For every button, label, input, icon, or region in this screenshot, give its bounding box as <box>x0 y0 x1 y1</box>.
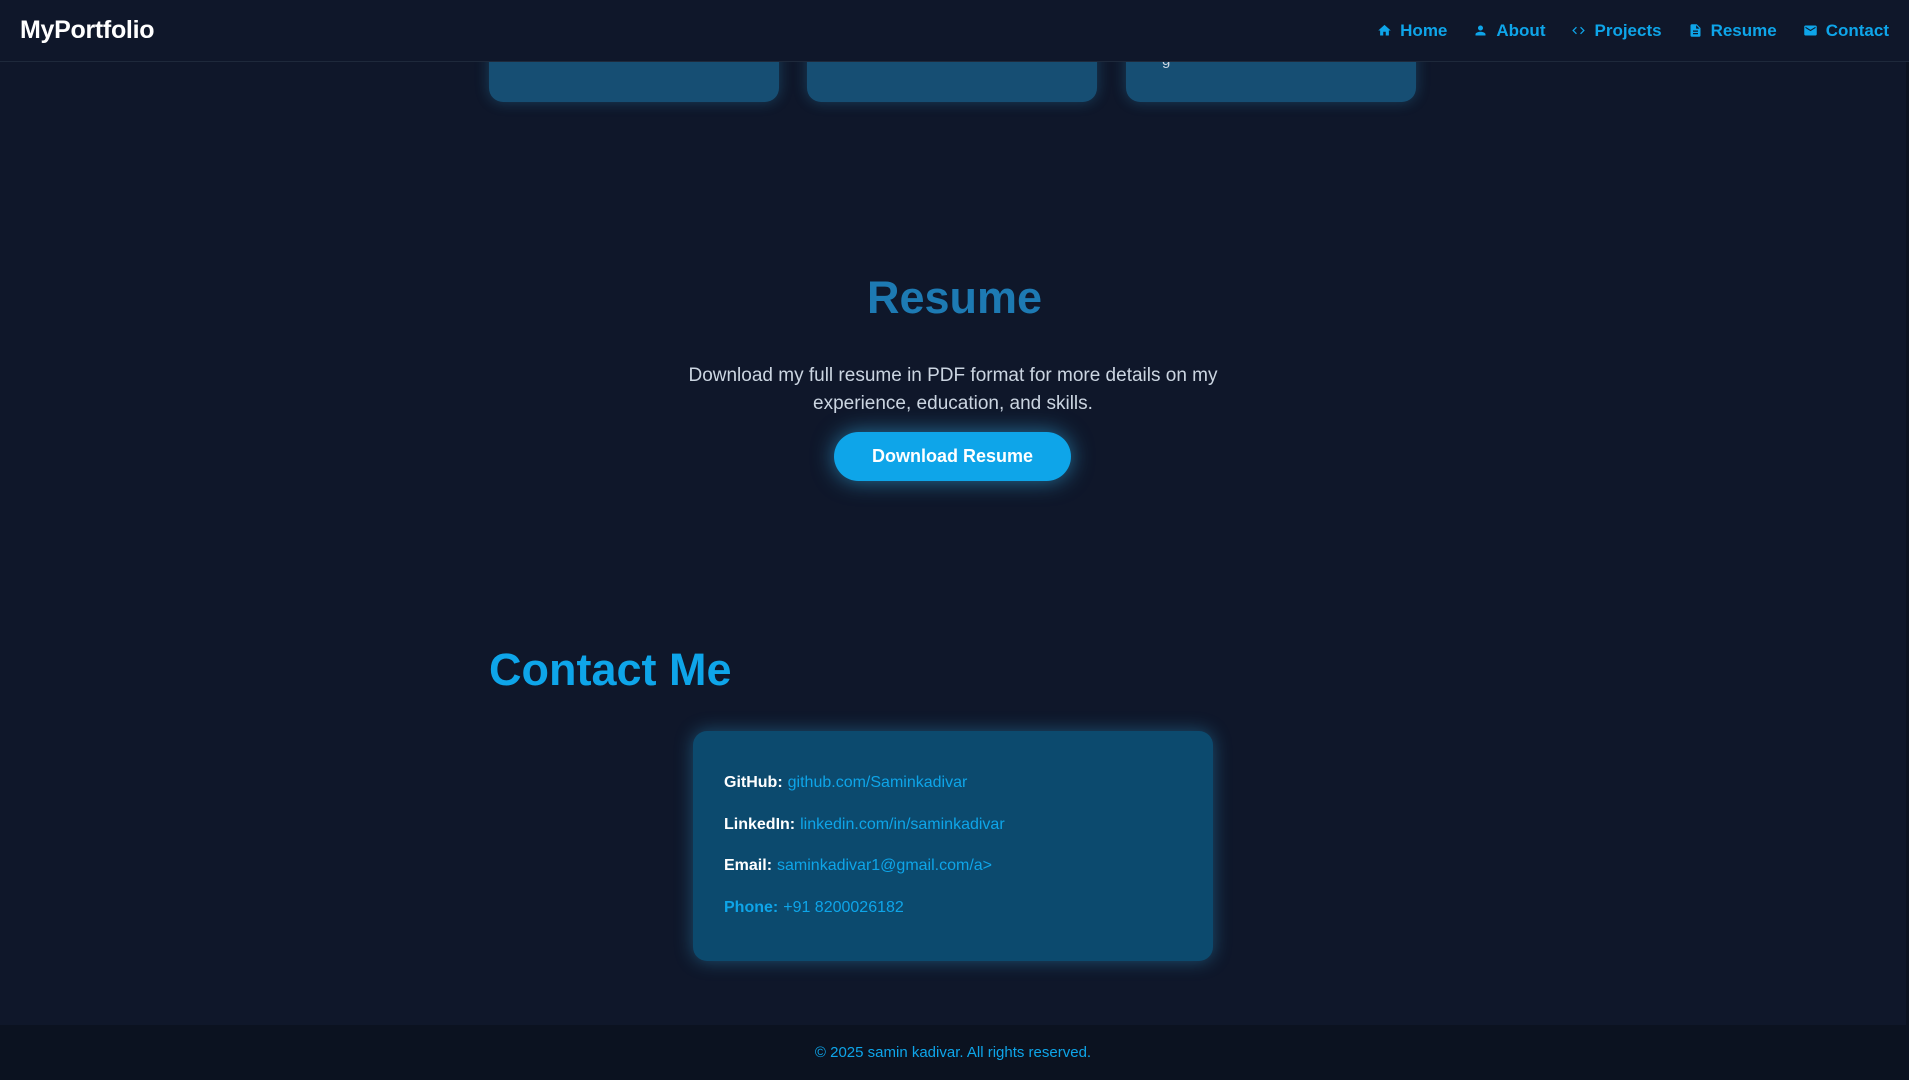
email-link[interactable]: saminkadivar1@gmail.com/a> <box>777 857 992 874</box>
nav-projects-label: Projects <box>1594 20 1662 40</box>
contact-email-row: Email: saminkadivar1@gmail.com/a> <box>724 857 992 875</box>
document-icon <box>1690 24 1701 37</box>
contact-card: GitHub: github.com/Saminkadivar LinkedIn:… <box>693 731 1213 961</box>
navbar: MyPortfolio Home About Projects Resume C… <box>0 0 1909 62</box>
contact-linkedin-row: LinkedIn: linkedin.com/in/saminkadivar <box>724 816 1005 834</box>
resume-description: Download my full resume in PDF format fo… <box>688 365 1218 414</box>
contact-section-title: Contact Me <box>489 644 732 695</box>
home-icon <box>1378 24 1391 36</box>
github-link[interactable]: github.com/Saminkadivar <box>788 774 968 791</box>
contact-phone-row: Phone: +91 8200026182 <box>724 899 904 917</box>
nav-home-link[interactable]: Home <box>1377 21 1447 41</box>
code-icon <box>1572 26 1586 35</box>
nav-home-label: Home <box>1400 20 1448 40</box>
nav-about-link[interactable]: About <box>1473 21 1545 41</box>
phone-number: +91 8200026182 <box>783 899 904 916</box>
email-label: Email: <box>724 857 773 874</box>
nav-resume-link[interactable]: Resume <box>1688 21 1777 41</box>
footer: © 2025 samin kadivar. All rights reserve… <box>0 1025 1909 1080</box>
nav-resume-label: Resume <box>1710 20 1777 40</box>
github-label: GitHub: <box>724 774 783 791</box>
nav-contact-label: Contact <box>1825 20 1889 40</box>
user-icon <box>1475 25 1486 36</box>
linkedin-label: LinkedIn: <box>724 816 796 833</box>
linkedin-link[interactable]: linkedin.com/in/saminkadivar <box>800 816 1005 833</box>
nav-links: Home About Projects Resume Contact <box>1377 21 1889 41</box>
nav-projects-link[interactable]: Projects <box>1571 20 1662 41</box>
footer-copyright: © 2025 samin kadivar. All rights reserve… <box>814 1044 1092 1061</box>
nav-contact-link[interactable]: Contact <box>1803 21 1889 41</box>
contact-github-row: GitHub: github.com/Saminkadivar <box>724 774 967 792</box>
mail-icon <box>1803 25 1817 36</box>
nav-about-label: About <box>1496 20 1546 40</box>
phone-label: Phone: <box>724 899 779 916</box>
resume-section-title: Resume <box>866 272 1043 323</box>
download-resume-button[interactable]: Download Resume <box>834 432 1071 481</box>
brand-logo[interactable]: MyPortfolio <box>20 16 155 45</box>
